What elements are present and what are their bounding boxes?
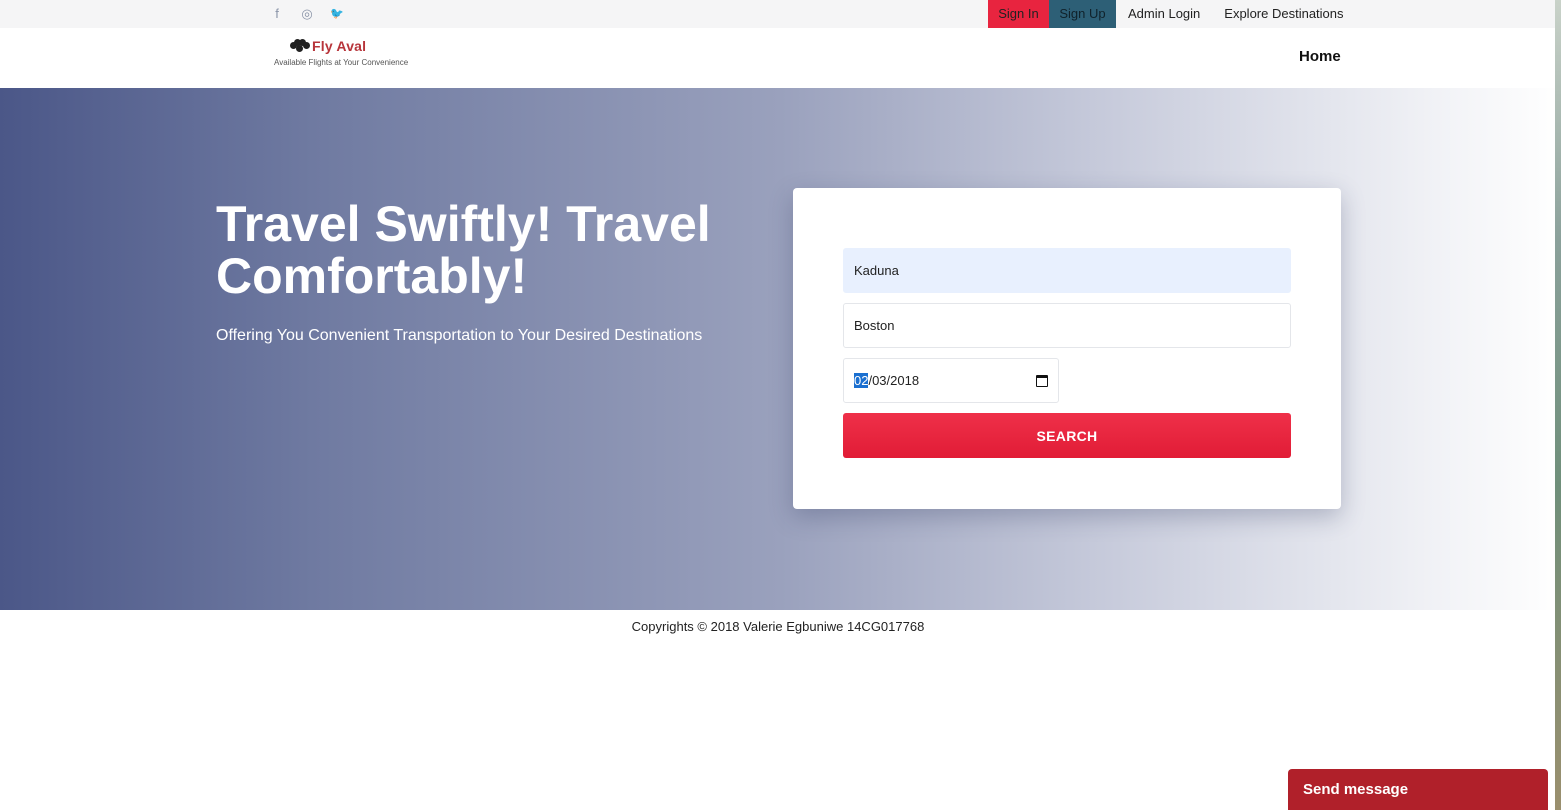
- admin-login-link[interactable]: Admin Login: [1116, 0, 1212, 28]
- hero-subtitle: Offering You Convenient Transportation t…: [216, 327, 703, 344]
- date-month-segment[interactable]: 02: [854, 373, 869, 388]
- logo-name: Fly Aval: [312, 38, 367, 54]
- footer-copyright: Copyrights © 2018 Valerie Egbuniwe 14CG0…: [631, 619, 925, 634]
- hero-title: Travel Swiftly! Travel Comfortably!: [216, 196, 711, 304]
- from-input[interactable]: [843, 248, 1291, 293]
- main-navbar: Fly Aval Available Flights at Your Conve…: [0, 28, 1561, 88]
- flight-search-card: 02/03/2018 SEARCH: [793, 188, 1341, 509]
- sign-in-link[interactable]: Sign In: [988, 0, 1049, 28]
- site-logo[interactable]: Fly Aval Available Flights at Your Conve…: [274, 37, 414, 71]
- logo-tagline: Available Flights at Your Convenience: [274, 58, 409, 67]
- twitter-icon[interactable]: 🐦: [322, 5, 352, 23]
- logo-flower-icon: [290, 39, 310, 53]
- date-rest-segment[interactable]: /03/2018: [868, 373, 919, 388]
- instagram-icon[interactable]: ◎: [292, 5, 322, 23]
- date-value: 02/03/2018: [854, 359, 919, 402]
- sign-up-link[interactable]: Sign Up: [1049, 0, 1116, 28]
- nav-home-link[interactable]: Home: [1299, 48, 1341, 65]
- window-edge-strip: [1555, 0, 1561, 810]
- top-nav: Sign In Sign Up Admin Login Explore Dest…: [988, 0, 1356, 28]
- hero-section: Travel Swiftly! Travel Comfortably! Offe…: [0, 88, 1561, 610]
- explore-destinations-link[interactable]: Explore Destinations: [1212, 0, 1355, 28]
- calendar-icon[interactable]: [1036, 374, 1048, 387]
- top-bar: f ◎ 🐦 Sign In Sign Up Admin Login Explor…: [0, 0, 1561, 28]
- to-input[interactable]: [843, 303, 1291, 348]
- search-button[interactable]: SEARCH: [843, 413, 1291, 458]
- facebook-icon[interactable]: f: [262, 5, 292, 23]
- date-input[interactable]: 02/03/2018: [843, 358, 1059, 403]
- send-message-button[interactable]: Send message: [1288, 769, 1548, 810]
- social-links: f ◎ 🐦: [262, 5, 352, 23]
